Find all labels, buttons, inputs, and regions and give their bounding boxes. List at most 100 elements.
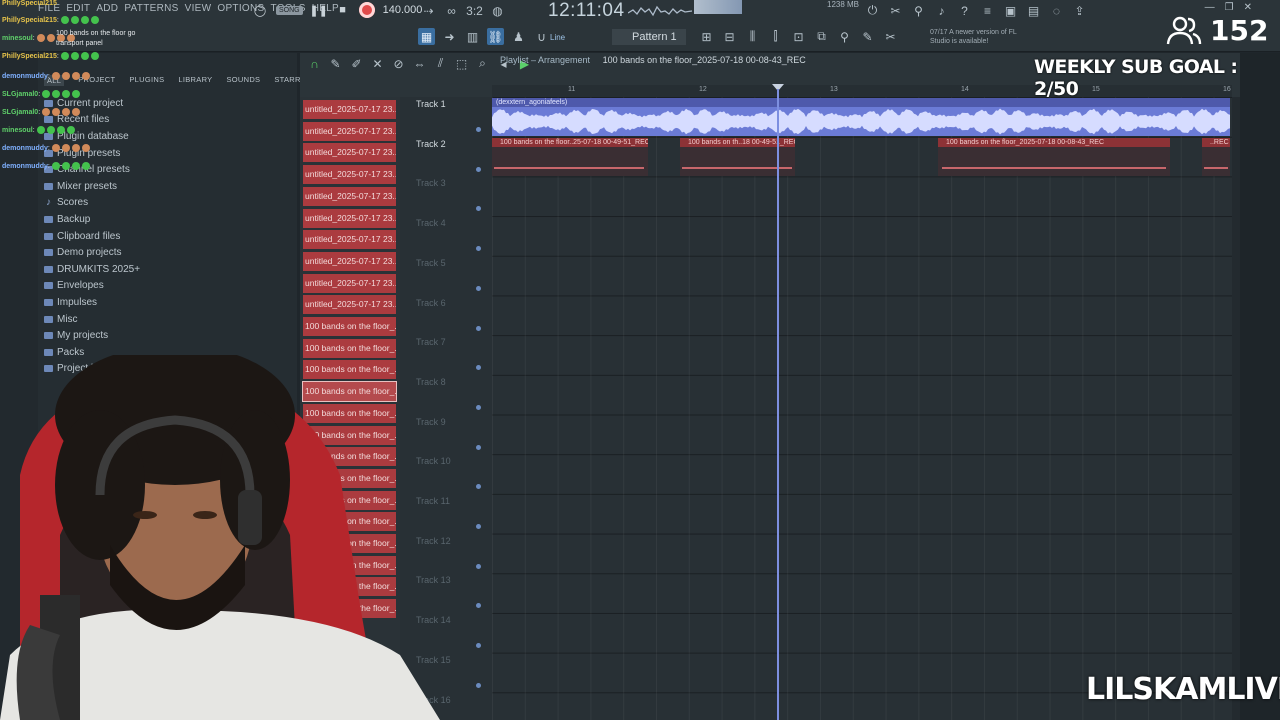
track-label[interactable]: Track 2 bbox=[416, 139, 446, 149]
stop-button[interactable]: ■ bbox=[335, 2, 351, 18]
record-button[interactable] bbox=[358, 2, 375, 18]
browser-item[interactable]: Demo projects bbox=[44, 244, 140, 261]
blend-notes-icon[interactable]: ◍ bbox=[489, 2, 506, 19]
cut-icon[interactable]: ✂ bbox=[887, 2, 904, 19]
track-mute-toggle[interactable] bbox=[476, 682, 481, 688]
clip-source-item[interactable]: 100 bands on the floor_... bbox=[303, 317, 396, 336]
select-tool-icon[interactable]: ⬚ bbox=[453, 55, 470, 72]
update-notice[interactable]: 07/17 A newer version of FL Studio is av… bbox=[930, 28, 1030, 46]
menu-add[interactable]: ADD bbox=[96, 3, 118, 14]
clip-source-item[interactable]: untitled_2025-07-17 23... bbox=[303, 251, 396, 271]
playhead[interactable] bbox=[777, 89, 779, 720]
help-icon[interactable]: ? bbox=[956, 2, 973, 19]
piano-roll-icon[interactable]: ⊟ bbox=[721, 28, 738, 45]
delete-tool-icon[interactable]: ✕ bbox=[369, 55, 386, 72]
clip-source-item[interactable]: untitled_2025-07-17 23... bbox=[303, 295, 396, 315]
track-mute-toggle[interactable] bbox=[476, 246, 481, 252]
clip-source-item[interactable]: untitled_2025-07-17 23... bbox=[303, 208, 396, 228]
pencil-icon[interactable]: ✎ bbox=[859, 28, 876, 45]
browser-item[interactable]: Backup bbox=[44, 211, 140, 228]
browser-item[interactable]: DRUMKITS 2025+ bbox=[44, 261, 140, 278]
channel-rack-icon[interactable]: ⊞ bbox=[698, 28, 715, 45]
tab-plugins[interactable]: PLUGINS bbox=[129, 75, 164, 86]
layers-icon[interactable]: ▤ bbox=[1025, 2, 1042, 19]
upload-icon[interactable]: ⇪ bbox=[1071, 2, 1088, 19]
typing-keyboard-icon[interactable]: ⇢ bbox=[420, 2, 437, 19]
magnet-snap-icon[interactable]: ∩ bbox=[306, 55, 323, 72]
step-edit-icon[interactable]: 3:2 bbox=[466, 2, 483, 19]
pin-icon[interactable]: ⚲ bbox=[836, 28, 853, 45]
tempo-display[interactable]: 140.000 bbox=[383, 4, 423, 16]
stamp-icon[interactable]: ♟ bbox=[510, 28, 527, 45]
browser-item[interactable]: Impulses bbox=[44, 294, 140, 311]
audio-clip-track1[interactable]: (dexxtern_agoniafeels) bbox=[492, 98, 1230, 136]
track-label[interactable]: Track 7 bbox=[416, 337, 446, 347]
close-icon[interactable]: ✕ bbox=[1244, 2, 1252, 13]
tuner-icon[interactable]: ⚲ bbox=[910, 2, 927, 19]
menu-edit[interactable]: EDIT bbox=[66, 3, 90, 14]
clip-source-item[interactable]: untitled_2025-07-17 23... bbox=[303, 165, 396, 185]
track-mute-toggle[interactable] bbox=[476, 285, 481, 291]
track-label[interactable]: Track 4 bbox=[416, 218, 446, 228]
menu-view[interactable]: VIEW bbox=[185, 3, 212, 14]
arrow-right-icon[interactable]: ➜ bbox=[441, 28, 458, 45]
clip-source-item[interactable]: untitled_2025-07-17 23... bbox=[303, 186, 396, 206]
tab-library[interactable]: LIBRARY bbox=[178, 75, 212, 86]
tab-sounds[interactable]: SOUNDS bbox=[226, 75, 260, 86]
vertical-scrollbar[interactable] bbox=[1232, 97, 1240, 720]
scissors-icon[interactable]: ✂ bbox=[882, 28, 899, 45]
playlist-grid[interactable] bbox=[492, 97, 1232, 720]
browser-item[interactable]: Misc bbox=[44, 311, 140, 328]
track-mute-toggle[interactable] bbox=[476, 484, 481, 490]
clip-source-item[interactable]: untitled_2025-07-17 23... bbox=[303, 273, 396, 293]
track-mute-toggle[interactable] bbox=[476, 404, 481, 410]
link-icon[interactable]: ⛓ bbox=[487, 28, 504, 45]
browser-item[interactable]: Envelopes bbox=[44, 278, 140, 295]
faders-icon[interactable]: ⫿ bbox=[767, 28, 784, 45]
draw-tool-icon[interactable]: ✎ bbox=[327, 55, 344, 72]
track-mute-toggle[interactable] bbox=[476, 444, 481, 450]
eq-icon[interactable]: ≡ bbox=[979, 2, 996, 19]
audio-clip-track2-d[interactable]: ..REC bbox=[1202, 138, 1230, 176]
paint-tool-icon[interactable]: ✐ bbox=[348, 55, 365, 72]
slice-tool-icon[interactable]: ⫽ bbox=[432, 55, 449, 72]
pause-button[interactable]: ❚❚ bbox=[309, 2, 327, 18]
browser-item[interactable]: Mixer presets bbox=[44, 178, 140, 195]
browser-item[interactable]: ♪ Scores bbox=[44, 195, 140, 212]
plugin-icon[interactable]: ⧉ bbox=[813, 28, 830, 45]
song-mode-toggle[interactable]: SONG bbox=[276, 5, 303, 15]
track-mute-toggle[interactable] bbox=[476, 563, 481, 569]
track-mute-toggle[interactable] bbox=[476, 524, 481, 529]
track-mute-toggle[interactable] bbox=[476, 603, 481, 609]
minimize-icon[interactable]: — bbox=[1205, 2, 1215, 13]
chat-icon[interactable]: ◌ bbox=[1048, 2, 1065, 19]
clip-source-item[interactable]: untitled_2025-07-17 23... bbox=[303, 230, 396, 250]
track-mute-toggle[interactable] bbox=[476, 127, 481, 132]
clip-source-item[interactable]: untitled_2025-07-17 23... bbox=[303, 100, 396, 119]
slip-tool-icon[interactable]: ⇔ bbox=[411, 55, 428, 72]
bars-icon[interactable]: ▥ bbox=[464, 28, 481, 45]
playlist-view-icon[interactable]: ▦ bbox=[418, 28, 435, 45]
clip-source-item[interactable]: untitled_2025-07-17 23... bbox=[303, 143, 396, 163]
track-label[interactable]: Track 1 bbox=[416, 99, 446, 109]
track-label[interactable]: Track 5 bbox=[416, 258, 446, 268]
track-mute-toggle[interactable] bbox=[476, 325, 481, 331]
clip-source-item[interactable]: untitled_2025-07-17 23... bbox=[303, 121, 396, 141]
mixer-icon[interactable]: ⫼ bbox=[744, 28, 761, 45]
track-label[interactable]: Track 3 bbox=[416, 178, 446, 188]
track-mute-toggle[interactable] bbox=[476, 643, 481, 649]
menu-patterns[interactable]: PATTERNS bbox=[124, 3, 178, 14]
track-label[interactable]: Track 6 bbox=[416, 298, 446, 308]
track-mute-toggle[interactable] bbox=[476, 166, 481, 172]
track-mute-toggle[interactable] bbox=[476, 365, 481, 371]
restore-icon[interactable]: ❐ bbox=[1225, 2, 1234, 13]
browser-item[interactable]: Clipboard files bbox=[44, 228, 140, 245]
microphone-icon[interactable]: ♪ bbox=[933, 2, 950, 19]
save-icon[interactable]: ▣ bbox=[1002, 2, 1019, 19]
magnet-icon[interactable]: ∪ bbox=[533, 28, 550, 45]
mute-tool-icon[interactable]: ⊘ bbox=[390, 55, 407, 72]
snap-selector[interactable]: Line bbox=[550, 33, 565, 42]
audio-clip-track2-c[interactable]: 100 bands on the floor_2025-07-18 00-08-… bbox=[938, 138, 1170, 176]
pattern-selector[interactable]: Pattern 1 bbox=[612, 29, 686, 45]
metronome-icon[interactable]: ◯ bbox=[252, 2, 268, 18]
